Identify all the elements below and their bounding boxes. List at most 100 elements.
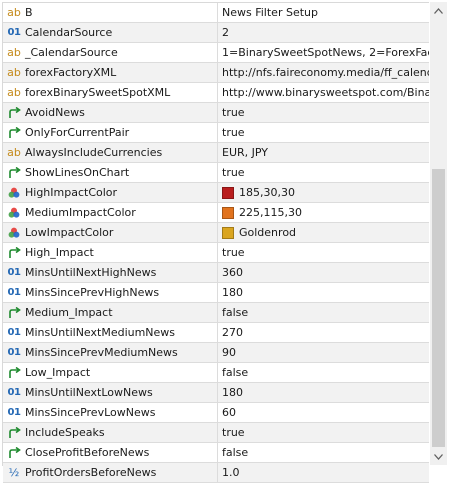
property-value-cell[interactable]: Goldenrod	[218, 223, 429, 242]
boolean-type-icon	[3, 126, 25, 139]
property-value: 180	[222, 386, 243, 399]
integer-type-icon: 01	[7, 407, 21, 418]
property-row[interactable]: ab _CalendarSource 1=BinarySweetSpotNews, …	[3, 43, 429, 63]
property-value-cell[interactable]: false	[218, 443, 429, 462]
property-value: 2	[222, 26, 229, 39]
property-name: LowImpactColor	[25, 226, 114, 239]
property-name: MediumImpactColor	[25, 206, 136, 219]
property-name-cell: Low_Impact	[3, 363, 218, 382]
property-value-cell[interactable]: false	[218, 303, 429, 322]
property-row[interactable]: Medium_Impact false	[3, 303, 429, 323]
integer-type-icon: 01	[7, 347, 21, 358]
property-row[interactable]: LowImpactColor Goldenrod	[3, 223, 429, 243]
color-swatch[interactable]	[222, 226, 234, 239]
property-row[interactable]: ab forexBinarySweetSpotXML http://www.bina…	[3, 83, 429, 103]
boolean-type-icon	[3, 306, 25, 319]
property-row[interactable]: Low_Impact false	[3, 363, 429, 383]
property-name-cell: 01 MinsUntilNextLowNews	[3, 383, 218, 402]
property-name: _CalendarSource	[25, 46, 118, 59]
property-name: MinsUntilNextLowNews	[25, 386, 153, 399]
property-name-cell: ShowLinesOnChart	[3, 163, 218, 182]
property-value-cell[interactable]: 90	[218, 343, 429, 362]
property-name-cell: ab forexFactoryXML	[3, 63, 218, 82]
property-name-cell: MediumImpactColor	[3, 203, 218, 222]
property-row[interactable]: ab AlwaysIncludeCurrencies EUR, JPY	[3, 143, 429, 163]
property-row[interactable]: 01 MinsSincePrevLowNews 60	[3, 403, 429, 423]
property-value: 180	[222, 286, 243, 299]
property-value-cell[interactable]: 1.0	[218, 463, 429, 482]
property-value-cell[interactable]: true	[218, 163, 429, 182]
property-name: Medium_Impact	[25, 306, 113, 319]
property-name: forexBinarySweetSpotXML	[25, 86, 171, 99]
property-value-cell[interactable]: true	[218, 103, 429, 122]
property-name: OnlyForCurrentPair	[25, 126, 130, 139]
property-value: false	[222, 306, 249, 319]
property-value-cell[interactable]: true	[218, 423, 429, 442]
property-row[interactable]: 01 MinsUntilNextMediumNews 270	[3, 323, 429, 343]
property-row[interactable]: 01 MinsUntilNextLowNews 180	[3, 383, 429, 403]
property-value-cell[interactable]: 360	[218, 263, 429, 282]
property-value: Goldenrod	[239, 226, 297, 239]
property-value-cell[interactable]: 185,30,30	[218, 183, 429, 202]
property-name-cell: 01 MinsSincePrevMediumNews	[3, 343, 218, 362]
property-value: http://www.binarysweetspot.com/BinarySw.…	[222, 86, 429, 99]
property-value-cell[interactable]: EUR, JPY	[218, 143, 429, 162]
property-value-cell[interactable]: true	[218, 243, 429, 262]
property-value-cell[interactable]: News Filter Setup	[218, 3, 429, 22]
property-row[interactable]: HighImpactColor 185,30,30	[3, 183, 429, 203]
string-type-icon: ab	[7, 146, 21, 159]
scrollbar-thumb[interactable]	[432, 169, 445, 447]
property-row[interactable]: ab forexFactoryXML http://nfs.faireconomy.…	[3, 63, 429, 83]
property-row[interactable]: 01 MinsSincePrevHighNews 180	[3, 283, 429, 303]
property-name-cell: CloseProfitBeforeNews	[3, 443, 218, 462]
boolean-type-icon	[3, 446, 25, 459]
property-value-cell[interactable]: 2	[218, 23, 429, 42]
property-row[interactable]: ½ ProfitOrdersBeforeNews 1.0	[3, 463, 429, 483]
double-type-icon: ½	[8, 466, 20, 479]
property-value: false	[222, 366, 249, 379]
property-value: 185,30,30	[239, 186, 295, 199]
integer-type-icon: 01	[7, 27, 21, 38]
property-name: MinsSincePrevHighNews	[25, 286, 160, 299]
property-value-cell[interactable]: 60	[218, 403, 429, 422]
color-swatch[interactable]	[222, 186, 234, 199]
property-row[interactable]: 01 MinsSincePrevMediumNews 90	[3, 343, 429, 363]
property-row[interactable]: IncludeSpeaks true	[3, 423, 429, 443]
property-name: ShowLinesOnChart	[25, 166, 130, 179]
property-value: News Filter Setup	[222, 6, 318, 19]
property-value: http://nfs.faireconomy.media/ff_calendar…	[222, 66, 429, 79]
vertical-scrollbar[interactable]	[430, 2, 447, 465]
property-name: MinsSincePrevMediumNews	[25, 346, 178, 359]
boolean-type-icon	[3, 426, 25, 439]
property-value-cell[interactable]: true	[218, 123, 429, 142]
property-value-cell[interactable]: 180	[218, 383, 429, 402]
property-value-cell[interactable]: http://nfs.faireconomy.media/ff_calendar…	[218, 63, 429, 82]
inputs-property-grid: ab B News Filter Setup 01 CalendarSource 2 ab _…	[2, 2, 429, 483]
property-value-cell[interactable]: 270	[218, 323, 429, 342]
property-row[interactable]: High_Impact true	[3, 243, 429, 263]
property-row[interactable]: 01 CalendarSource 2	[3, 23, 429, 43]
property-row[interactable]: CloseProfitBeforeNews false	[3, 443, 429, 463]
property-row[interactable]: 01 MinsUntilNextHighNews 360	[3, 263, 429, 283]
property-name: AvoidNews	[25, 106, 85, 119]
property-row[interactable]: MediumImpactColor 225,115,30	[3, 203, 429, 223]
string-type-icon: ab	[7, 6, 21, 19]
property-value-cell[interactable]: false	[218, 363, 429, 382]
property-name: MinsUntilNextMediumNews	[25, 326, 176, 339]
property-value: 1.0	[222, 466, 240, 479]
property-name-cell: 01 MinsSincePrevHighNews	[3, 283, 218, 302]
property-value-cell[interactable]: 1=BinarySweetSpotNews, 2=ForexFactory...	[218, 43, 429, 62]
property-name-cell: ab B	[3, 3, 218, 22]
property-value-cell[interactable]: http://www.binarysweetspot.com/BinarySw.…	[218, 83, 429, 102]
color-swatch[interactable]	[222, 206, 234, 219]
scroll-up-arrow-icon[interactable]	[430, 2, 447, 19]
property-name-cell: ab forexBinarySweetSpotXML	[3, 83, 218, 102]
property-name: B	[25, 6, 33, 19]
scroll-down-arrow-icon[interactable]	[430, 448, 447, 465]
property-row[interactable]: AvoidNews true	[3, 103, 429, 123]
property-value-cell[interactable]: 180	[218, 283, 429, 302]
property-row[interactable]: ShowLinesOnChart true	[3, 163, 429, 183]
property-value-cell[interactable]: 225,115,30	[218, 203, 429, 222]
property-row[interactable]: OnlyForCurrentPair true	[3, 123, 429, 143]
property-row[interactable]: ab B News Filter Setup	[3, 3, 429, 23]
